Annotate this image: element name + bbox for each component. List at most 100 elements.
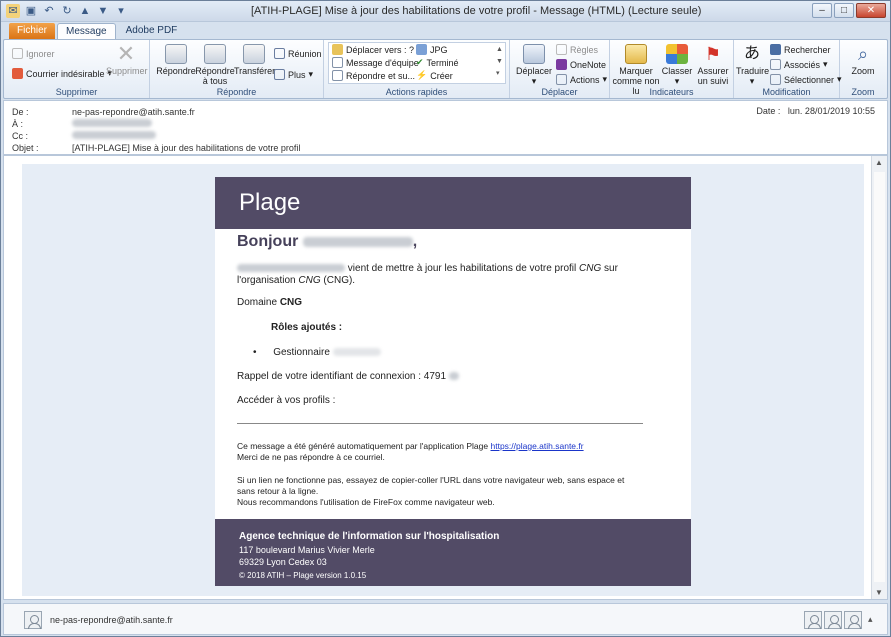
jpg-step[interactable]: JPG: [416, 44, 448, 55]
scroll-down-icon[interactable]: ▼: [875, 588, 883, 597]
rechercher-button[interactable]: Rechercher: [770, 44, 831, 55]
repondre-button[interactable]: Répondre: [154, 44, 198, 76]
from-row: De : ne-pas-repondre@atih.sante.fr: [12, 107, 195, 117]
footer-address-2: 69329 Lyon Cedex 03: [239, 557, 327, 567]
group-label-modification: Modification: [762, 87, 811, 97]
zoom-button[interactable]: ⌕ Zoom: [844, 44, 882, 76]
delete-x-icon: ✕: [116, 41, 136, 66]
regles-button[interactable]: Règles: [556, 44, 598, 55]
move-icon: [523, 44, 545, 64]
more-icon: [274, 69, 285, 80]
tab-fichier[interactable]: Fichier: [9, 23, 56, 40]
group-label-indicateurs: Indicateurs: [649, 87, 694, 97]
recipient-name-redacted: [302, 236, 413, 247]
actions-button[interactable]: Actions ▾: [556, 74, 607, 85]
customize-qat-icon[interactable]: ▾: [114, 4, 128, 18]
repondre-a-tous-button[interactable]: Répondre à tous: [194, 44, 236, 86]
message-equipe-step[interactable]: Message d'équipe: [332, 57, 419, 68]
sender-address[interactable]: ne-pas-repondre@atih.sante.fr: [50, 615, 173, 625]
role-list-item: • Gestionnaire: [253, 347, 381, 358]
meeting-icon: [274, 48, 285, 59]
chevron-down-icon: ▾: [308, 69, 314, 79]
group-supprimer: Ignorer Courrier indésirable ▾ ✕ Supprim…: [4, 40, 150, 98]
reunion-button[interactable]: Réunion: [274, 48, 322, 59]
contact-avatar-icon[interactable]: [844, 611, 862, 629]
profile-access: Accéder à vos profils :: [237, 395, 336, 406]
email-footer: Agence technique de l'information sur l'…: [215, 519, 691, 586]
tab-message[interactable]: Message: [57, 23, 116, 40]
onenote-button[interactable]: OneNote: [556, 59, 606, 70]
move-folder-icon: [332, 44, 343, 55]
scrollbar-thumb[interactable]: [874, 172, 885, 582]
related-icon: [770, 59, 781, 70]
reply-all-icon: [204, 44, 226, 64]
email-card: Plage Bonjour , vient de mettre à jour l…: [215, 177, 691, 586]
assurer-suivi-button[interactable]: ⚑ Assurer un suivi: [694, 44, 732, 86]
domaine-line: Domaine CNG: [237, 297, 303, 308]
undo-icon[interactable]: ↶: [42, 4, 56, 18]
quick-access-toolbar: ✉ ▣ ↶ ↻ ▲ ▼ ▾: [6, 4, 128, 18]
envelope-icon: [625, 44, 647, 64]
deplacer-vers-step[interactable]: Déplacer vers : ?: [332, 44, 414, 55]
people-pane-toggle-icon[interactable]: ▴: [868, 614, 873, 625]
courrier-indesirable-button[interactable]: Courrier indésirable ▾: [12, 68, 112, 79]
chevron-down-icon: ▾: [602, 74, 608, 84]
sender-avatar-icon[interactable]: [24, 611, 42, 629]
gallery-scroll-icon[interactable]: ▲ ▼ ▾: [496, 44, 503, 80]
cursor-icon: [770, 74, 781, 85]
maximize-button[interactable]: □: [834, 3, 854, 18]
classer-button[interactable]: Classer ▾: [660, 44, 694, 86]
cc-recipient-redacted: [72, 131, 156, 139]
group-label-actions-rapides: Actions rapides: [385, 87, 448, 97]
subject-row: Objet : [ATIH-PLAGE] Mise à jour des hab…: [12, 143, 301, 153]
plus-button[interactable]: Plus ▾: [274, 69, 313, 80]
transferer-button[interactable]: Transférer: [234, 44, 275, 76]
lightning-icon: ⚡: [416, 70, 428, 80]
brand-title: Plage: [239, 189, 301, 216]
chevron-down-icon: ▾: [531, 76, 537, 86]
actor-name-redacted: [237, 264, 345, 273]
scroll-up-icon[interactable]: ▲: [875, 158, 883, 167]
associes-button[interactable]: Associés ▾: [770, 59, 828, 70]
redo-icon[interactable]: ↻: [60, 4, 74, 18]
deplacer-button[interactable]: Déplacer ▾: [514, 44, 554, 86]
jpg-icon: [416, 44, 427, 55]
supprimer-button[interactable]: ✕ Supprimer: [106, 41, 148, 77]
minimize-button[interactable]: –: [812, 3, 832, 18]
chevron-down-icon: ▾: [674, 76, 680, 86]
to-row: À :: [12, 119, 152, 129]
vertical-scrollbar[interactable]: ▲ ▼: [871, 156, 887, 599]
group-label-supprimer: Supprimer: [55, 87, 98, 97]
forward-icon: [243, 44, 265, 64]
message-window: ✉ ▣ ↶ ↻ ▲ ▼ ▾ [ATIH-PLAGE] Mise à jour d…: [0, 0, 891, 637]
footer-org: Agence technique de l'information sur l'…: [239, 531, 500, 542]
reply-delete-icon: [332, 70, 343, 81]
tab-adobe-pdf[interactable]: Adobe PDF: [118, 23, 186, 40]
traduire-button[interactable]: あ Traduire ▾: [736, 44, 769, 86]
group-deplacer: Déplacer ▾ Règles OneNote Actions ▾ Dépl…: [510, 40, 610, 98]
login-reminder: Rappel de votre identifiant de connexion…: [237, 371, 459, 382]
ignorer-button[interactable]: Ignorer: [12, 48, 55, 59]
repondre-supprimer-step[interactable]: Répondre et su...: [332, 70, 415, 81]
actions-icon: [556, 74, 567, 85]
termine-step[interactable]: ✔ Terminé: [416, 57, 459, 68]
up-arrow-icon[interactable]: ▲: [78, 4, 92, 18]
chevron-down-icon: ▾: [749, 76, 755, 86]
plage-link[interactable]: https://plage.atih.sante.fr: [491, 441, 584, 451]
reply-icon: [165, 44, 187, 64]
creer-step[interactable]: ⚡ Créer: [416, 70, 453, 81]
group-label-repondre: Répondre: [216, 87, 257, 97]
close-button[interactable]: ✕: [856, 3, 886, 18]
down-arrow-icon[interactable]: ▼: [96, 4, 110, 18]
from-address[interactable]: ne-pas-repondre@atih.sante.fr: [72, 107, 195, 117]
selectionner-button[interactable]: Sélectionner ▾: [770, 74, 842, 85]
contact-avatar-icon[interactable]: [824, 611, 842, 629]
outlook-icon: ✉: [6, 4, 20, 18]
footer-copyright: © 2018 ATIH – Plage version 1.0.15: [239, 571, 367, 580]
contact-avatar-icon[interactable]: [804, 611, 822, 629]
subject-value: [ATIH-PLAGE] Mise à jour des habilitatio…: [72, 143, 301, 153]
login-id-redacted: [448, 372, 459, 381]
ignore-icon: [12, 48, 23, 59]
save-icon[interactable]: ▣: [24, 4, 38, 18]
flag-icon: ⚑: [704, 44, 722, 64]
